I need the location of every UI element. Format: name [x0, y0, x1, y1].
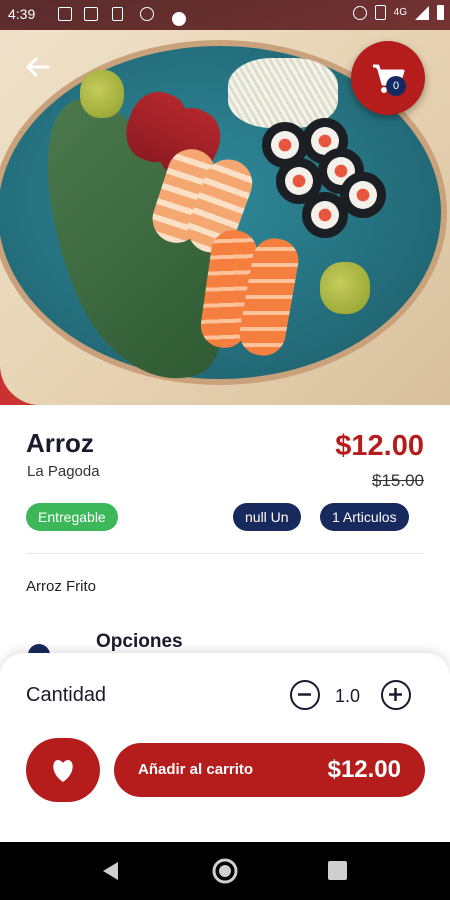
options-title: Opciones — [96, 631, 183, 652]
favorite-button[interactable] — [26, 738, 100, 802]
product-description: Arroz Frito — [26, 578, 97, 595]
product-title: Arroz — [26, 428, 94, 458]
more-notifications-icon — [172, 12, 186, 26]
nav-back-icon[interactable] — [100, 860, 122, 882]
news-notification-icon — [84, 7, 98, 21]
items-badge: 1 Articulos — [320, 503, 409, 531]
network-label: 4G — [393, 7, 407, 18]
add-to-cart-label: Añadir al carrito — [138, 761, 254, 778]
system-nav-bar — [0, 842, 450, 900]
signal-icon — [415, 5, 429, 20]
plus-circle-icon — [389, 688, 402, 701]
add-to-cart-button[interactable]: Añadir al carrito $12.00 — [114, 743, 425, 797]
cart-count-badge: 0 — [386, 76, 406, 96]
status-bar: 4:39 4G — [0, 0, 450, 30]
decrease-quantity-button[interactable] — [290, 680, 320, 710]
sim-notification-icon — [112, 7, 123, 21]
vibrate-icon — [374, 5, 386, 20]
image-notification-icon — [58, 7, 72, 21]
heart-icon — [53, 760, 73, 782]
deliverable-badge: Entregable — [26, 503, 118, 531]
unit-badge: null Un — [233, 503, 301, 531]
quantity-value: 1.0 — [335, 686, 361, 706]
product-price: $12.00 — [335, 430, 424, 462]
minus-circle-icon — [298, 693, 311, 696]
store-name: La Pagoda — [27, 463, 100, 480]
divider — [26, 553, 424, 554]
status-time: 4:39 — [8, 6, 36, 22]
nav-home-icon[interactable] — [211, 857, 239, 885]
product-old-price: $15.00 — [372, 471, 424, 490]
alarm-icon — [352, 5, 367, 20]
increase-quantity-button[interactable] — [381, 680, 411, 710]
nav-recents-icon[interactable] — [328, 861, 347, 880]
battery-icon — [437, 5, 444, 20]
add-to-cart-amount: $12.00 — [327, 756, 401, 783]
quantity-label: Cantidad — [26, 684, 107, 706]
alarm-notification-icon — [140, 7, 154, 21]
back-arrow-icon[interactable] — [22, 52, 52, 82]
